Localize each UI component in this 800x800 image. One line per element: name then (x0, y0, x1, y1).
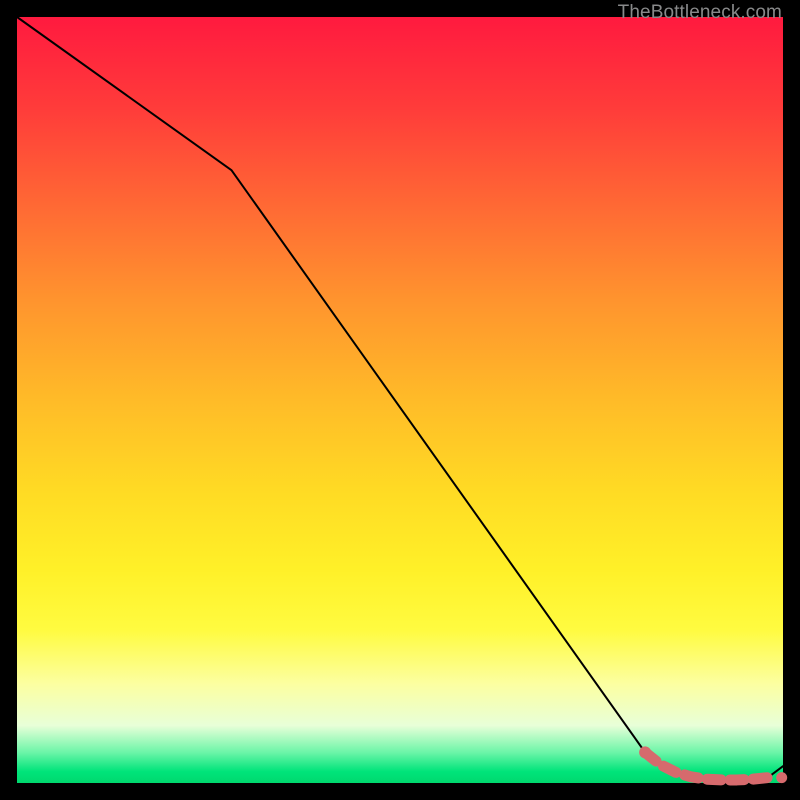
main-curve (17, 17, 783, 780)
watermark-text: TheBottleneck.com (618, 2, 782, 24)
chart-svg (17, 17, 783, 783)
marker-segment (639, 746, 787, 783)
